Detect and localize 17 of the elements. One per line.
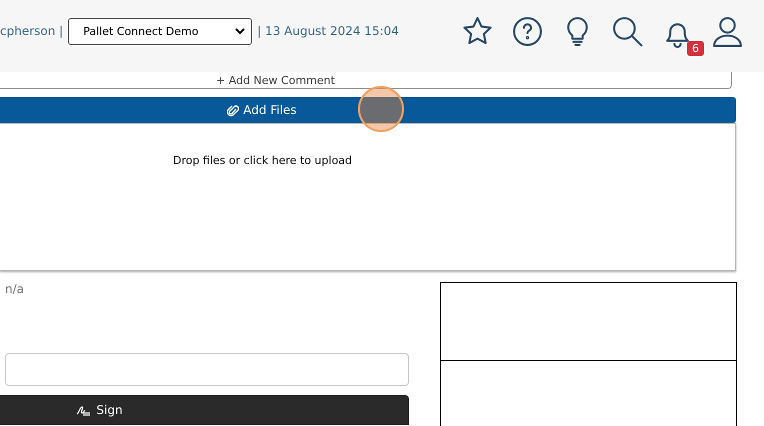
date-time: | 13 August 2024 15:04 (257, 24, 399, 38)
signature-icon (76, 404, 92, 416)
paperclip-icon (227, 104, 240, 116)
value-text: n/a (5, 282, 24, 296)
user-icon[interactable] (711, 14, 744, 48)
click-marker (358, 86, 404, 132)
help-icon[interactable] (511, 14, 544, 48)
notification-badge: 6 (687, 40, 704, 56)
add-comment-button[interactable]: + Add New Comment (0, 72, 732, 89)
chevron-down-icon (235, 27, 246, 35)
user-name: cpherson | (0, 24, 64, 38)
add-files-button[interactable]: Add Files (0, 97, 736, 123)
search-icon[interactable] (611, 14, 644, 48)
file-dropzone[interactable]: Drop files or click here to upload (0, 123, 736, 271)
company-select[interactable]: Pallet Connect Demo (68, 18, 252, 44)
sign-button[interactable]: Sign (0, 395, 409, 425)
input-field[interactable] (5, 353, 409, 386)
